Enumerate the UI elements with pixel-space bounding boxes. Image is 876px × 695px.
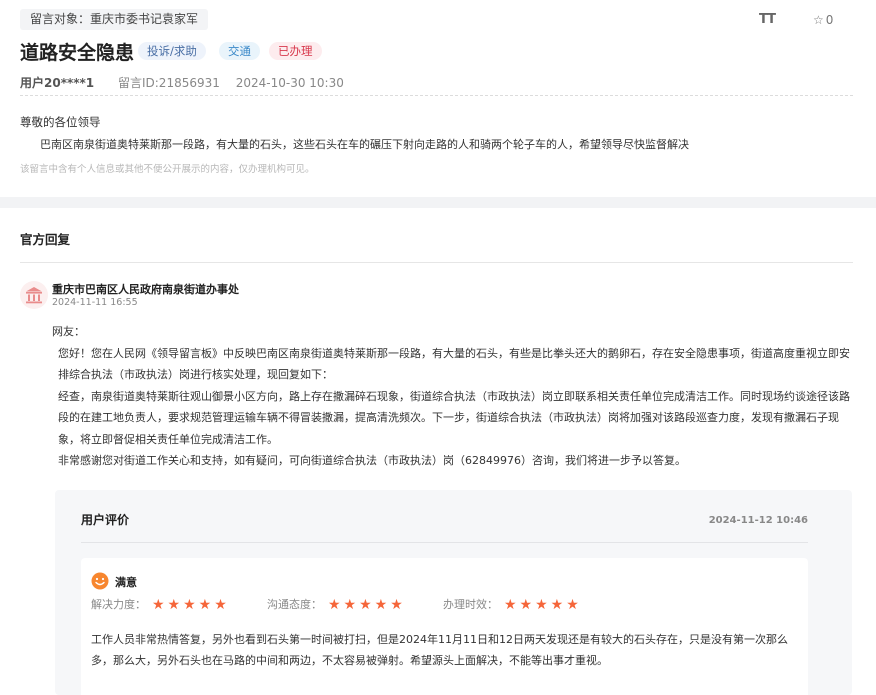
star-rating-icon: ★★★★★	[504, 597, 582, 613]
reply-org-name: 重庆市巴南区人民政府南泉街道办事处	[52, 283, 239, 296]
user-evaluation-panel: 用户评价 2024-11-12 10:46 满意 解决力度： ★★★★★ 沟通态度…	[55, 490, 852, 695]
message-body: 巴南区南泉街道奥特莱斯那一段路，有大量的石头，这些石头在车的碾压下射向走路的人和…	[40, 138, 689, 151]
evaluation-comment: 工作人员非常热情答复，另外也看到石头第一时间被打扫，但是2024年11月11日和…	[91, 633, 788, 667]
font-size-icon[interactable]: TT	[759, 12, 776, 27]
privacy-note: 该留言中含有个人信息或其他不便公开展示的内容，仅办理机构可见。	[20, 164, 315, 175]
evaluation-date: 2024-11-12 10:46	[708, 515, 808, 526]
evaluation-title: 用户评价	[81, 513, 130, 527]
category-chip: 投诉/求助	[138, 42, 206, 60]
divider	[81, 542, 808, 543]
status-badge: 已办理	[269, 42, 322, 60]
divider	[20, 95, 853, 96]
star-rating-icon: ★★★★★	[152, 597, 230, 613]
message-target-tag: 留言对象：重庆市委书记袁家军	[20, 9, 209, 30]
rating-label: 办理时效：	[443, 598, 498, 611]
reply-paragraph: 您好！您在人民网《领导留言板》中反映巴南区南泉街道奥特莱斯那一段路，有大量的石头…	[58, 346, 850, 382]
government-building-icon	[20, 281, 48, 309]
divider	[20, 262, 853, 263]
favorite-count: 0	[825, 13, 834, 27]
message-datetime: 2024-10-30 10:30	[235, 76, 344, 90]
reply-paragraph: 经查，南泉街道奥特莱斯往观山御景小区方向，路上存在撒漏碎石现象，街道综合执法（市…	[58, 389, 850, 446]
rating-attitude: 沟通态度： ★★★★★	[267, 596, 406, 613]
reply-paragraph: 网友：	[52, 325, 85, 338]
rating-label: 沟通态度：	[267, 598, 322, 611]
star-rating-icon: ★★★★★	[328, 597, 406, 613]
favorite-button[interactable]: ☆ 0	[813, 13, 833, 27]
reply-paragraph: 非常感谢您对街道工作关心和支持，如有疑问，可向街道综合执法（市政执法）岗（628…	[58, 454, 686, 467]
rating-label: 解决力度：	[91, 598, 146, 611]
overall-rating: 满意	[115, 576, 137, 589]
smiley-face-icon	[91, 572, 109, 590]
message-greeting: 尊敬的各位领导	[20, 115, 101, 129]
evaluation-card: 满意 解决力度： ★★★★★ 沟通态度： ★★★★★ 办理时效： ★★★★★ 工作人员…	[81, 558, 808, 695]
reply-date: 2024-11-11 16:55	[52, 297, 138, 308]
field-chip: 交通	[219, 42, 260, 60]
message-id: 留言ID:21856931	[117, 76, 220, 90]
author-name: 用户20****1	[20, 76, 95, 90]
rating-timeliness: 办理时效： ★★★★★	[443, 596, 582, 613]
reply-body: 网友： 您好！您在人民网《领导留言板》中反映巴南区南泉街道奥特莱斯那一段路，有大…	[52, 321, 857, 472]
rating-resolution: 解决力度： ★★★★★	[91, 596, 230, 613]
reply-heading: 官方回复	[20, 232, 71, 247]
page-title: 道路安全隐患	[20, 42, 135, 64]
message-meta: 用户20****1 留言ID:21856931 2024-10-30 10:30	[20, 74, 344, 91]
star-outline-icon: ☆	[813, 13, 824, 27]
